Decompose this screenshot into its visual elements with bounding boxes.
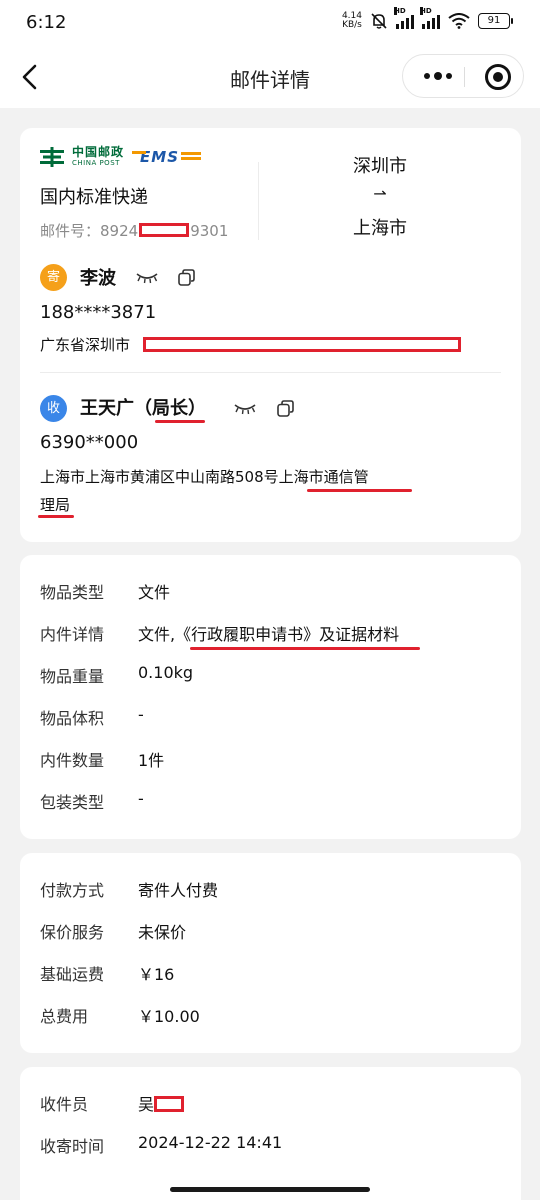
info-row-item-type: 物品类型 文件 xyxy=(40,583,171,602)
eye-closed-icon[interactable] xyxy=(136,272,158,284)
carrier-logo: 中国邮政 CHINA POST EMS xyxy=(40,145,201,167)
more-menu-icon[interactable] xyxy=(417,59,459,93)
info-row-payment-method: 付款方式 寄件人付费 xyxy=(40,881,219,900)
highlight-underline xyxy=(190,647,420,650)
home-indicator[interactable] xyxy=(170,1187,370,1192)
net-speed: 4.14 KB/s xyxy=(341,11,362,30)
status-time: 6:12 xyxy=(26,12,67,33)
eye-closed-icon[interactable] xyxy=(234,403,256,415)
capsule-divider xyxy=(464,67,465,87)
receiver-badge: 收 xyxy=(40,395,67,422)
destination-city: 上海市 xyxy=(353,218,407,239)
item-info-card: 物品类型 文件 内件详情 文件,《行政履职申请书》及证据材料 物品重量 0.10… xyxy=(20,555,521,839)
info-row-contents: 内件详情 文件,《行政履职申请书》及证据材料 xyxy=(40,625,400,644)
china-post-wordmark: 中国邮政 CHINA POST xyxy=(72,145,125,167)
info-row-weight: 物品重量 0.10kg xyxy=(40,663,194,686)
status-bar: 6:12 4.14 KB/s HD HD 91 xyxy=(0,0,540,48)
info-row-quantity: 内件数量 1件 xyxy=(40,751,165,770)
wifi-icon xyxy=(448,13,470,29)
collection-info-card: 收件员 吴 收寄时间 2024-12-22 14:41 xyxy=(20,1067,521,1200)
route-arrow: ⇀ xyxy=(373,184,387,203)
info-row-insurance: 保价服务 未保价 xyxy=(40,923,187,942)
receiver-name: 王天广（局长） xyxy=(80,398,206,419)
info-row-collect-time: 收寄时间 2024-12-22 14:41 xyxy=(40,1133,283,1156)
close-miniprogram-icon[interactable] xyxy=(485,64,511,90)
info-row-volume: 物品体积 - xyxy=(40,705,144,728)
redaction-box xyxy=(139,223,190,237)
redaction-box xyxy=(143,337,461,352)
info-row-courier: 收件员 吴 xyxy=(40,1091,501,1117)
signal-sim1-icon: HD xyxy=(394,7,414,29)
payment-info-card: 付款方式 寄件人付费 保价服务 未保价 基础运费 ￥16 总费用 ￥10.00 xyxy=(20,853,521,1053)
info-row-total-fee: 总费用 ￥10.00 xyxy=(40,1007,200,1026)
mail-number: 邮件号：8924 9301 xyxy=(40,222,229,240)
copy-icon[interactable] xyxy=(277,400,294,417)
info-row-packaging: 包装类型 - xyxy=(40,789,144,812)
receiver-address-line1: 上海市上海市黄浦区中山南路508号上海市通信管 xyxy=(40,468,369,486)
receiver-phone: 6390**000 xyxy=(40,432,139,453)
origin-city: 深圳市 xyxy=(353,156,407,177)
shipment-card: 中国邮政 CHINA POST EMS 国内标准快递 邮件号：8924 9301 … xyxy=(20,128,521,542)
divider xyxy=(258,162,259,240)
sender-address: 广东省深圳市 xyxy=(40,336,131,354)
china-post-logo-icon xyxy=(40,146,64,167)
sender-phone: 188****3871 xyxy=(40,302,157,323)
sender-name: 李波 xyxy=(80,268,116,289)
status-icons: 4.14 KB/s HD HD 91 xyxy=(341,7,513,30)
highlight-underline xyxy=(307,489,412,492)
redaction-box xyxy=(154,1096,185,1112)
battery-icon: 91 xyxy=(478,13,513,29)
ems-logo: EMS xyxy=(132,148,201,166)
info-row-base-fee: 基础运费 ￥16 xyxy=(40,965,175,984)
sender-badge: 寄 xyxy=(40,264,67,291)
highlight-underline xyxy=(38,515,74,518)
bell-muted-icon xyxy=(371,13,387,29)
signal-sim2-icon: HD xyxy=(420,7,440,29)
miniprogram-capsule xyxy=(402,54,524,98)
copy-icon[interactable] xyxy=(178,269,195,286)
nav-bar: 邮件详情 xyxy=(0,48,540,108)
highlight-underline xyxy=(155,420,205,423)
service-type: 国内标准快递 xyxy=(40,187,148,208)
divider xyxy=(40,372,501,373)
